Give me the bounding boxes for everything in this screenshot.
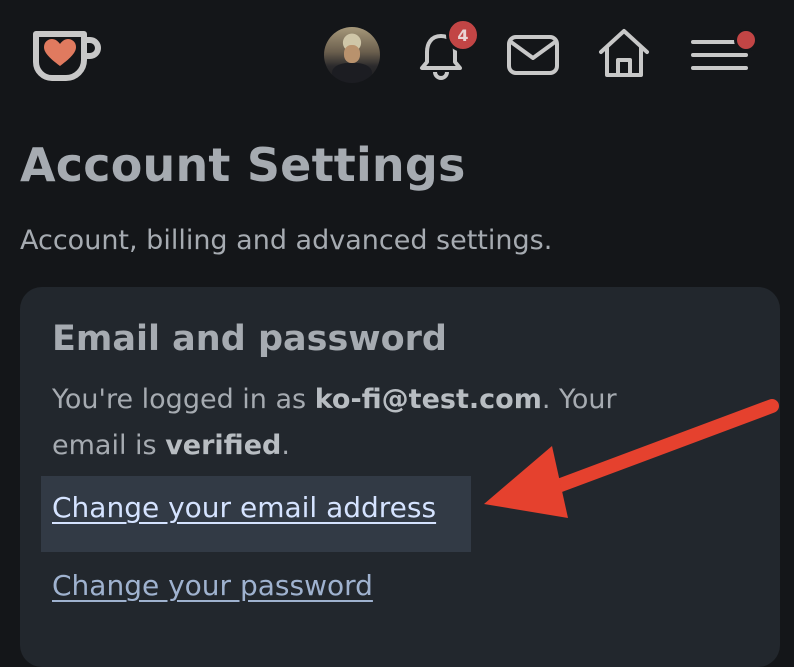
top-navigation-bar: 4 — [0, 0, 794, 110]
menu-notification-dot — [734, 28, 758, 52]
user-avatar[interactable] — [324, 27, 380, 83]
home-icon[interactable] — [596, 26, 652, 80]
notification-count-badge: 4 — [446, 18, 480, 52]
page-title: Account Settings — [20, 138, 466, 192]
change-password-link[interactable]: Change your password — [52, 569, 373, 602]
login-text-prefix: You're logged in as — [52, 384, 315, 415]
change-email-link[interactable]: Change your email address — [52, 491, 436, 524]
red-arrow-icon — [484, 399, 779, 518]
email-verified-status: verified — [165, 430, 282, 461]
page-subtitle: Account, billing and advanced settings. — [20, 225, 553, 256]
card-title: Email and password — [52, 319, 447, 359]
kofi-logo-icon[interactable] — [26, 24, 102, 84]
mail-icon[interactable] — [506, 34, 560, 76]
avatar-face — [344, 45, 360, 63]
avatar-shirt — [332, 63, 372, 83]
login-text-suffix: . — [281, 430, 290, 461]
